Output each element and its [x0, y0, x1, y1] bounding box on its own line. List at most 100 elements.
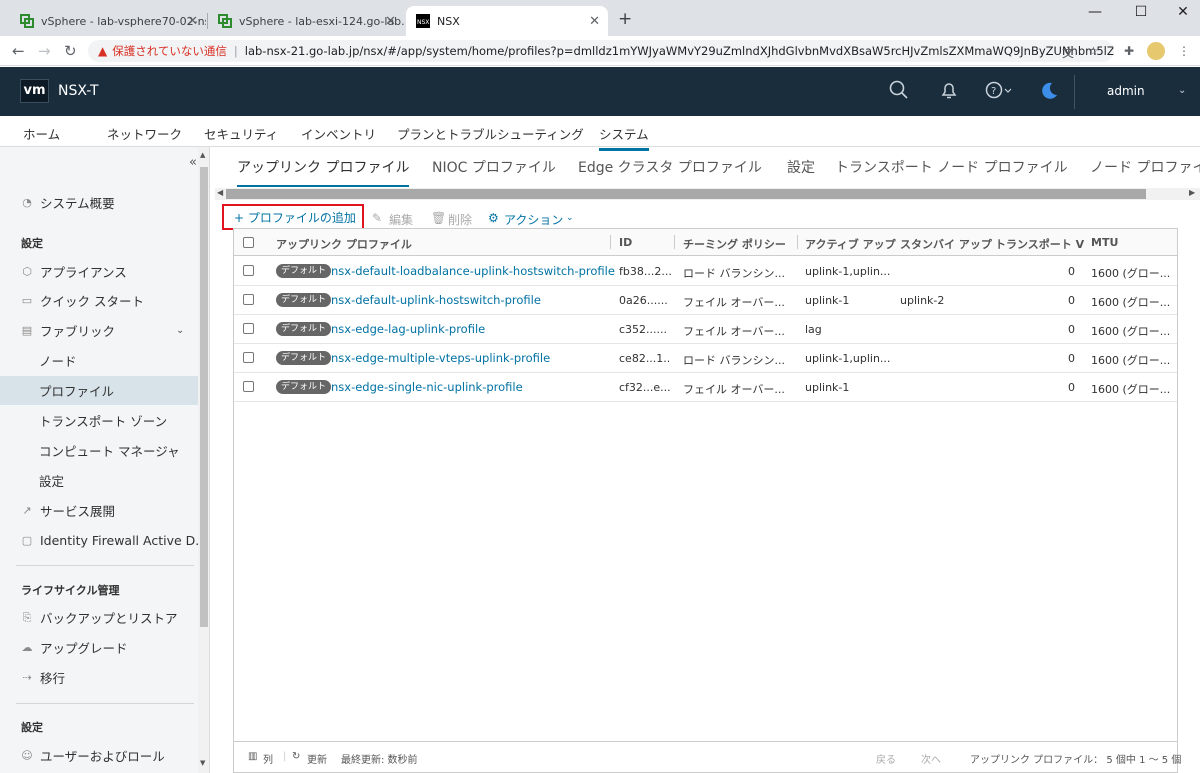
add-profile-button[interactable]: + プロファイルの追加	[222, 204, 364, 230]
profile-link[interactable]: nsx-default-loadbalance-uplink-hostswitc…	[331, 264, 615, 278]
browser-tab-vsphere-2[interactable]: vSphere - lab-esxi-124.go-lab.jp ✕	[208, 6, 404, 36]
nav-security[interactable]: セキュリティ	[204, 124, 278, 143]
bookmark-star-icon[interactable]: ☆	[1088, 44, 1099, 58]
url-field[interactable]: ▲ 保護されていない通信 | lab-nsx-21.go-lab.jp/nsx/…	[88, 40, 1114, 62]
maximize-button[interactable]: ☐	[1126, 4, 1156, 20]
tab-edge-cluster-profiles[interactable]: Edge クラスタ プロファイル	[578, 157, 762, 177]
close-window-button[interactable]: ✕	[1168, 4, 1198, 20]
column-header-standby-uplinks[interactable]: スタンバイ アップリ	[900, 236, 992, 252]
dark-mode-moon-icon[interactable]	[1038, 80, 1060, 107]
sidebar-item-appliances[interactable]: ⬡ アプライアンス	[0, 257, 198, 286]
column-header-transport-vlan[interactable]: トランスポート VL	[995, 236, 1085, 252]
browser-tab-nsx[interactable]: NSX NSX ✕	[406, 6, 608, 36]
column-header-profile[interactable]: アップリンク プロファイル	[276, 236, 606, 252]
tab-node-profiles[interactable]: ノード プロファイル	[1090, 157, 1200, 177]
chevron-down-icon[interactable]: ⌄	[566, 213, 574, 223]
tab-settings[interactable]: 設定	[787, 157, 815, 177]
scroll-up-arrow[interactable]: ▲	[200, 151, 205, 159]
row-checkbox[interactable]	[243, 265, 254, 276]
nav-inventory[interactable]: インベントリ	[301, 124, 376, 143]
column-header-mtu[interactable]: MTU	[1091, 236, 1151, 249]
actions-menu[interactable]: アクション	[504, 211, 563, 228]
search-icon[interactable]	[889, 80, 909, 105]
sidebar-item-transport-zones[interactable]: トランスポート ゾーン	[0, 406, 198, 435]
profile-link[interactable]: nsx-edge-single-nic-uplink-profile	[331, 380, 523, 394]
column-header-id[interactable]: ID	[619, 236, 669, 249]
row-checkbox[interactable]	[243, 294, 254, 305]
help-icon[interactable]: ?	[985, 80, 1015, 105]
forward-icon[interactable]: →	[38, 42, 51, 60]
cell-mtu: 1600 (グロー...	[1091, 383, 1171, 396]
cloud-icon: ☁	[21, 641, 33, 654]
default-badge: デフォルト	[276, 380, 332, 394]
row-checkbox[interactable]	[243, 381, 254, 392]
notification-bell-icon[interactable]	[939, 80, 959, 105]
prev-page-button[interactable]: 戻る	[876, 751, 896, 766]
sidebar-item-quick-start[interactable]: ▭ クイック スタート	[0, 286, 198, 315]
sidebar-item-upgrade[interactable]: ☁ アップグレード	[0, 633, 198, 662]
sidebar-item-identity-firewall[interactable]: ▢ Identity Firewall Active D...	[0, 526, 198, 555]
sidebar-item-fabric-settings[interactable]: 設定	[0, 466, 198, 495]
select-all-checkbox[interactable]	[243, 237, 254, 248]
profile-avatar[interactable]	[1147, 42, 1165, 60]
new-tab-button[interactable]: +	[618, 9, 632, 29]
tab-nioc-profiles[interactable]: NIOC プロファイル	[432, 157, 556, 177]
cell-mtu: 1600 (グロー...	[1091, 267, 1171, 280]
refresh-button[interactable]: 更新	[307, 751, 327, 766]
row-checkbox[interactable]	[243, 323, 254, 334]
sidebar-item-backup-restore[interactable]: ⎘ バックアップとリストア	[0, 603, 198, 632]
table-row[interactable]: デフォルト nsx-edge-multiple-vteps-uplink-pro…	[234, 344, 1177, 373]
tab-uplink-profiles[interactable]: アップリンク プロファイル	[237, 157, 410, 187]
sidebar-scroll-thumb[interactable]	[200, 167, 208, 627]
sidebar-item-compute-managers[interactable]: コンピュート マネージャ	[0, 436, 198, 465]
scroll-right-arrow[interactable]: ▶	[1189, 188, 1195, 197]
column-header-active-uplinks[interactable]: アクティブ アップリ	[805, 236, 897, 252]
close-tab-icon[interactable]: ✕	[187, 14, 198, 29]
edit-button[interactable]: 編集	[389, 211, 413, 228]
table-row[interactable]: デフォルト nsx-default-uplink-hostswitch-prof…	[234, 286, 1177, 315]
sidebar-item-users-roles[interactable]: ☺ ユーザーおよびロール	[0, 741, 198, 770]
close-tab-icon[interactable]: ✕	[385, 14, 396, 29]
user-menu[interactable]: admin	[1107, 84, 1145, 98]
sidebar-item-migrate[interactable]: ⇢ 移行	[0, 663, 198, 692]
chevron-down-icon[interactable]: ⌄	[1178, 85, 1186, 96]
scroll-left-arrow[interactable]: ◀	[217, 188, 223, 197]
cell-active-uplinks: uplink-1,uplin...	[805, 352, 891, 365]
sidebar-item-nodes[interactable]: ノード	[0, 346, 198, 375]
back-icon[interactable]: ←	[12, 42, 25, 60]
menu-icon[interactable]: ⋮	[1178, 44, 1190, 58]
chevron-down-icon[interactable]: ⌄	[176, 325, 184, 336]
table-row[interactable]: デフォルト nsx-default-loadbalance-uplink-hos…	[234, 257, 1177, 286]
minimize-button[interactable]: —	[1080, 4, 1110, 20]
reload-icon[interactable]: ↻	[64, 42, 77, 60]
delete-button[interactable]: 削除	[448, 211, 472, 228]
sidebar-item-service-deployments[interactable]: ↗ サービス展開	[0, 496, 198, 525]
nav-home[interactable]: ホーム	[23, 124, 60, 143]
translate-icon[interactable]: 文	[1062, 44, 1074, 61]
horizontal-scroll-thumb[interactable]	[226, 189, 1146, 199]
profile-link[interactable]: nsx-edge-lag-uplink-profile	[331, 322, 485, 336]
warning-icon: ▲	[98, 44, 108, 58]
next-page-button[interactable]: 次へ	[921, 751, 941, 766]
table-row[interactable]: デフォルト nsx-edge-single-nic-uplink-profile…	[234, 373, 1177, 402]
sidebar-item-system-overview[interactable]: ◔ システム概要	[0, 188, 198, 217]
profile-link[interactable]: nsx-default-uplink-hostswitch-profile	[331, 293, 541, 307]
row-checkbox[interactable]	[243, 352, 254, 363]
close-tab-icon[interactable]: ✕	[589, 14, 600, 29]
browser-tab-bar: vSphere - lab-vsphere70-02-nsxt ✕ vSpher…	[0, 0, 1200, 36]
table-row[interactable]: デフォルト nsx-edge-lag-uplink-profile c352..…	[234, 315, 1177, 344]
nav-plan-troubleshoot[interactable]: プランとトラブルシューティング	[397, 124, 584, 143]
column-header-teaming[interactable]: チーミング ポリシー	[683, 236, 795, 252]
scroll-down-arrow[interactable]: ▼	[200, 759, 205, 767]
columns-button[interactable]: 列	[263, 751, 273, 766]
sidebar-item-fabric[interactable]: ▤ ファブリック	[0, 316, 198, 345]
security-warning[interactable]: 保護されていない通信	[112, 43, 227, 59]
profile-link[interactable]: nsx-edge-multiple-vteps-uplink-profile	[331, 351, 550, 365]
tab-transport-node-profiles[interactable]: トランスポート ノード プロファイル	[835, 157, 1068, 177]
app-name: NSX-T	[58, 83, 99, 99]
sidebar-item-profiles[interactable]: プロファイル	[0, 376, 198, 405]
nav-networking[interactable]: ネットワーク	[107, 124, 182, 143]
extensions-icon[interactable]: ✚	[1124, 44, 1134, 58]
collapse-sidebar-icon[interactable]: «	[189, 155, 197, 170]
browser-tab-vsphere-1[interactable]: vSphere - lab-vsphere70-02-nsxt ✕	[10, 6, 206, 36]
